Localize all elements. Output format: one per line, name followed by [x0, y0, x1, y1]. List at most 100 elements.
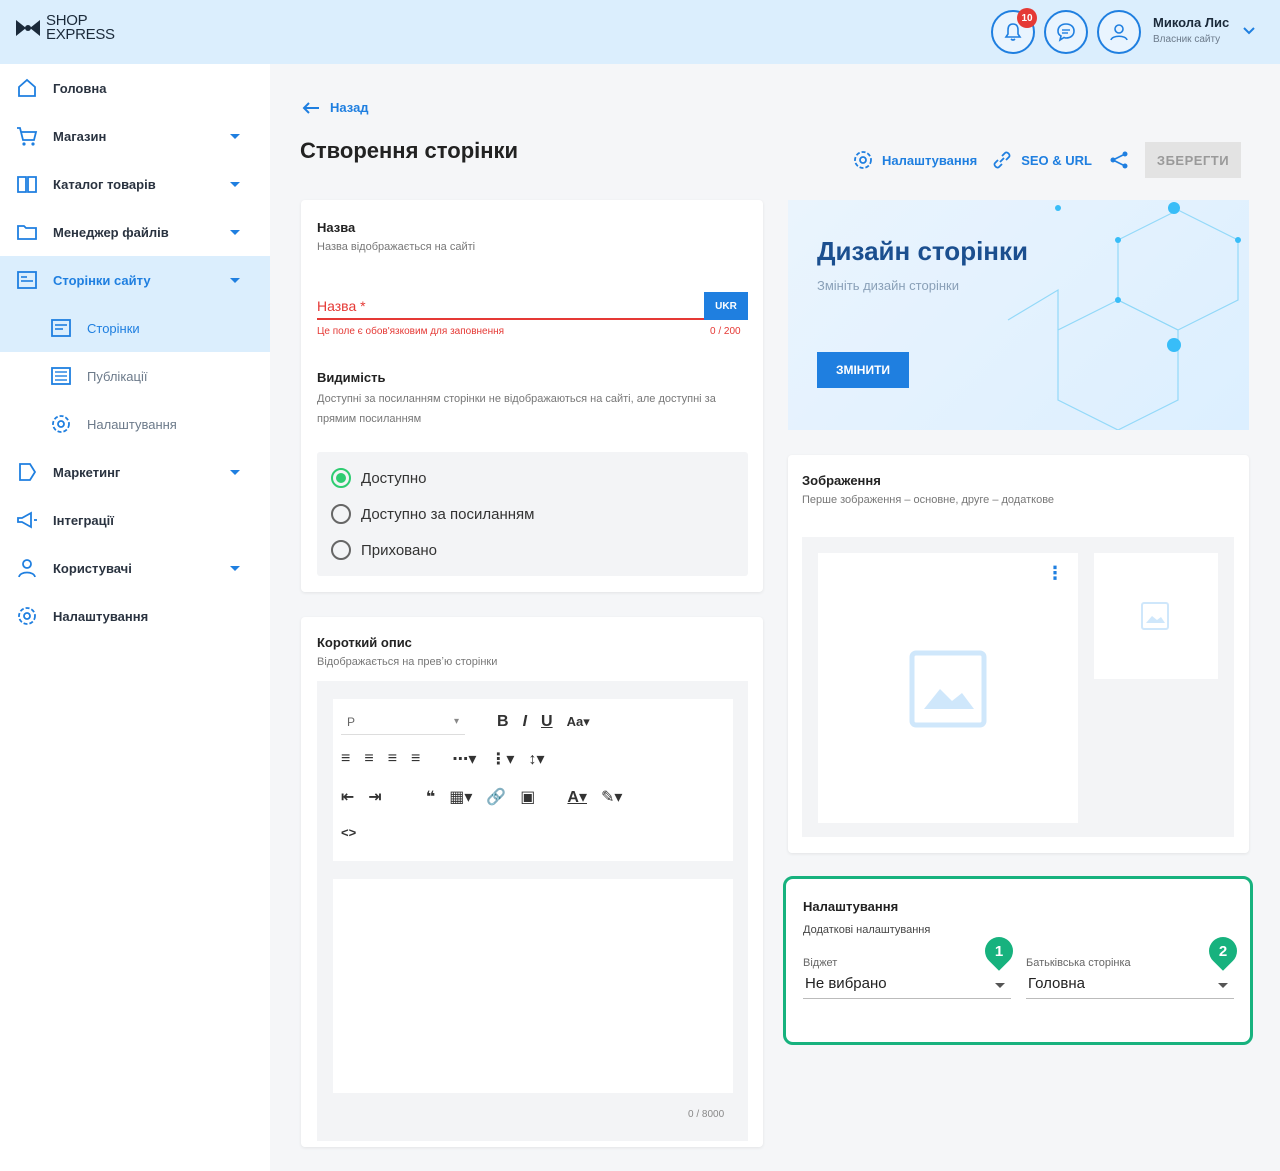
link-icon[interactable]: 🔗 [486, 787, 506, 807]
radio-checked-icon [331, 468, 351, 488]
widget-label: Віджет [803, 957, 838, 969]
quote-icon[interactable]: ❝ [426, 787, 435, 807]
design-card: Дизайн сторінки Змініть дизайн сторінки … [788, 200, 1249, 430]
logo[interactable]: SHOP EXPRESS [14, 13, 115, 43]
page-title: Створення сторінки [300, 138, 519, 163]
back-link[interactable]: Назад [302, 100, 369, 115]
bold-icon[interactable]: B [497, 713, 509, 731]
seo-link[interactable]: SEO & URL [991, 149, 1092, 171]
chevron-down-icon[interactable] [1242, 24, 1256, 38]
parent-page-value: Головна [1028, 975, 1085, 992]
format-select[interactable]: P ▾ [341, 709, 465, 735]
sidebar-item-label: Сторінки [87, 320, 140, 336]
images-area: ⋮ [802, 537, 1234, 837]
image-placeholder-icon [909, 650, 987, 728]
user-role: Власник сайту [1153, 34, 1221, 45]
caret-down-icon [230, 469, 240, 475]
sidebar-item-site-pages[interactable]: Сторінки сайту [0, 256, 270, 304]
toolbar-row-2: ≡ ≡ ≡ ≡ ⋯▾ ⋮▾ ↕▾ [341, 749, 544, 769]
editor-content-area[interactable] [333, 879, 733, 1093]
name-card-subtitle: Назва відображається на сайті [317, 241, 476, 253]
align-right-icon[interactable]: ≡ [388, 750, 397, 768]
design-title: Дизайн сторінки [817, 236, 1028, 266]
caret-down-icon [1218, 983, 1228, 988]
messages-button[interactable] [1044, 10, 1088, 54]
sidebar-item-label: Сторінки сайту [53, 272, 151, 288]
language-button[interactable]: UKR [704, 292, 748, 320]
italic-icon[interactable]: I [523, 713, 527, 731]
parent-page-select[interactable]: Батьківська сторінка Головна [1026, 957, 1234, 999]
sidebar-item-shop[interactable]: Магазин [0, 112, 270, 160]
images-title: Зображення [802, 473, 881, 488]
main-image-slot[interactable]: ⋮ [818, 553, 1078, 823]
sidebar-item-label: Інтеграції [53, 512, 114, 528]
image-placeholder-icon [1141, 602, 1169, 630]
radio-unchecked-icon [331, 540, 351, 560]
bullet-list-icon[interactable]: ⋯▾ [452, 749, 476, 769]
top-bar: SHOP EXPRESS 10 Микола Лис Власник сайту [0, 0, 1280, 64]
users-icon [18, 559, 36, 578]
text-color-icon[interactable]: A▾ [567, 787, 587, 807]
indent-icon[interactable]: ⇥ [368, 787, 381, 807]
name-card: Назва Назва відображається на сайті Назв… [301, 200, 763, 592]
page-icon [51, 319, 71, 337]
sidebar-subitem-publications[interactable]: Публікації [0, 352, 270, 400]
underline-icon[interactable]: U [541, 713, 553, 731]
more-vertical-icon[interactable]: ⋮ [1046, 563, 1064, 584]
numbered-list-icon[interactable]: ⋮▾ [490, 749, 514, 769]
callout-number: 1 [994, 942, 1004, 960]
sidebar-item-integrations[interactable]: Інтеграції [0, 496, 270, 544]
gear-icon [854, 151, 872, 169]
folder-icon [17, 225, 37, 240]
sidebar-item-home[interactable]: Головна [0, 64, 270, 112]
radio-label: Доступно за посиланням [361, 505, 535, 523]
settings-link[interactable]: Налаштування [852, 149, 977, 171]
sidebar-item-marketing[interactable]: Маркетинг [0, 448, 270, 496]
align-center-icon[interactable]: ≡ [364, 750, 373, 768]
widget-select[interactable]: Віджет Не вибрано [803, 957, 1011, 999]
align-left-icon[interactable]: ≡ [341, 750, 350, 768]
source-code-icon[interactable]: <> [341, 825, 356, 840]
format-select-value: P [347, 714, 356, 729]
user-name[interactable]: Микола Лис [1153, 15, 1229, 30]
change-design-button[interactable]: ЗМІНИТИ [817, 352, 909, 388]
name-char-counter: 0 / 200 [710, 326, 741, 337]
share-button[interactable] [1108, 149, 1130, 171]
line-height-icon[interactable]: ↕▾ [528, 749, 544, 769]
sidebar-item-label: Менеджер файлів [53, 224, 169, 240]
font-size-icon[interactable]: Aa▾ [567, 714, 590, 730]
notifications-button[interactable]: 10 [991, 8, 1037, 54]
radio-unchecked-icon [331, 504, 351, 524]
sidebar-item-users[interactable]: Користувачі [0, 544, 270, 592]
profile-button[interactable] [1097, 10, 1141, 54]
name-input[interactable]: Назва * [317, 298, 705, 320]
tag-icon [19, 463, 37, 481]
sidebar-item-label: Налаштування [53, 608, 149, 624]
caret-down-icon [995, 983, 1005, 988]
outdent-icon[interactable]: ⇤ [341, 787, 354, 807]
book-icon [17, 176, 37, 193]
caret-down-icon [230, 181, 240, 187]
visibility-option-by-link[interactable]: Доступно за посиланням [331, 504, 534, 524]
secondary-image-slot[interactable] [1094, 553, 1218, 679]
sidebar-item-label: Каталог товарів [53, 176, 156, 192]
visibility-option-hidden[interactable]: Приховано [331, 540, 437, 560]
radio-label: Доступно [361, 469, 427, 487]
save-button[interactable]: ЗБЕРЕГТИ [1145, 142, 1241, 178]
sidebar-item-files[interactable]: Менеджер файлів [0, 208, 270, 256]
align-justify-icon[interactable]: ≡ [411, 750, 420, 768]
sidebar-subitem-settings[interactable]: Налаштування [0, 400, 270, 448]
sidebar-item-catalog[interactable]: Каталог товарів [0, 160, 270, 208]
image-icon[interactable]: ▣ [520, 787, 535, 807]
logo-line-2: EXPRESS [46, 26, 115, 43]
sidebar-subitem-pages[interactable]: Сторінки [0, 304, 270, 352]
toolbar-row-3: ⇤ ⇥ ❝ ▦▾ 🔗 ▣ A▾ ✎▾ [341, 787, 622, 807]
table-icon[interactable]: ▦▾ [449, 787, 472, 807]
caret-down-icon [230, 133, 240, 139]
visibility-option-available[interactable]: Доступно [331, 468, 426, 488]
sidebar-item-settings[interactable]: Налаштування [0, 592, 270, 640]
design-subtitle: Змініть дизайн сторінки [817, 278, 959, 293]
sidebar-item-label: Головна [53, 80, 107, 96]
highlight-icon[interactable]: ✎▾ [601, 787, 622, 807]
arrow-left-icon [302, 101, 319, 114]
